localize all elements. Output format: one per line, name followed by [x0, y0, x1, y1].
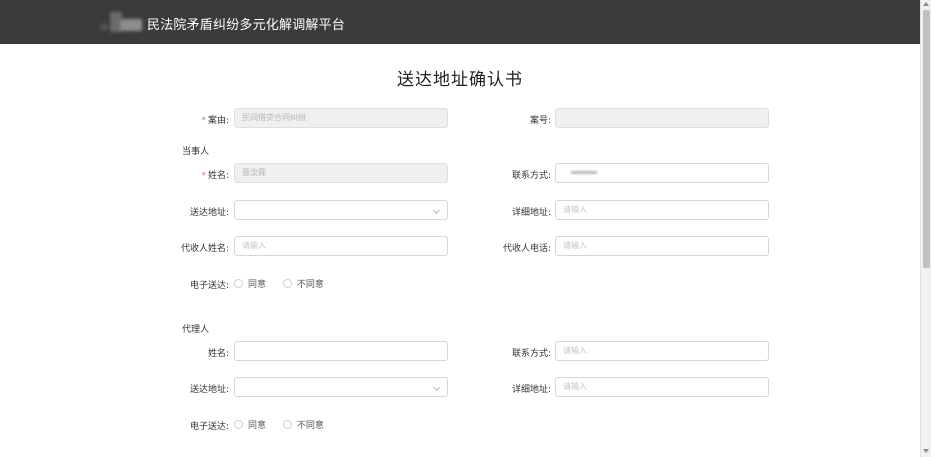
agent-e-delivery-agree-radio[interactable]: 同意: [234, 418, 266, 431]
required-asterisk: *: [201, 116, 206, 126]
agent-delivery-address-select[interactable]: [234, 377, 448, 397]
party-section-label: 当事人: [182, 147, 210, 157]
page-scrollbar[interactable]: [920, 0, 931, 457]
party-delivery-address-select[interactable]: [234, 200, 448, 220]
agent-e-delivery-disagree-radio[interactable]: 不同意: [282, 418, 324, 431]
redacted-phone: [571, 171, 597, 174]
radio-circle-icon[interactable]: [234, 420, 243, 429]
agent-section-label: 代理人: [182, 325, 210, 335]
agent-e-delivery-radio-group: 同意 不同意: [234, 418, 338, 432]
case-reason-field[interactable]: 民间借贷合同纠纷: [234, 108, 448, 128]
recipient-phone-input[interactable]: 请输入: [555, 236, 769, 256]
agent-detail-address-input[interactable]: 请输入: [555, 377, 769, 397]
party-e-delivery-agree-radio[interactable]: 同意: [234, 277, 266, 290]
case-reason-label: * 案由:: [201, 116, 229, 126]
platform-title: 民法院矛盾纠纷多元化解调解平台: [147, 18, 346, 33]
recipient-name-input[interactable]: 请输入: [234, 236, 448, 256]
party-detail-address-input[interactable]: 请输入: [555, 200, 769, 220]
agent-name-label: 姓名:: [207, 349, 229, 359]
party-name-label: * 姓名:: [201, 171, 229, 181]
party-name-field[interactable]: 意汝霖: [234, 163, 448, 183]
radio-circle-icon[interactable]: [282, 279, 292, 288]
agent-e-delivery-label: 电子送达:: [189, 422, 229, 432]
agent-contact-label: 联系方式:: [511, 349, 551, 359]
party-e-delivery-disagree-radio[interactable]: 不同意: [282, 277, 324, 290]
case-number-label: 案号:: [529, 116, 551, 126]
required-asterisk: *: [201, 171, 206, 181]
agent-contact-input[interactable]: 请输入: [555, 341, 769, 361]
agent-name-input[interactable]: [234, 341, 448, 361]
court-logo: [100, 12, 144, 32]
radio-circle-icon[interactable]: [282, 420, 292, 429]
radio-circle-icon[interactable]: [234, 279, 243, 288]
agent-delivery-address-label: 送达地址:: [189, 385, 229, 395]
case-number-field[interactable]: [555, 108, 769, 128]
scroll-down-arrow-icon[interactable]: [923, 449, 929, 453]
party-contact-label: 联系方式:: [511, 171, 551, 181]
party-e-delivery-label: 电子送达:: [189, 281, 229, 291]
party-detail-address-label: 详细地址:: [511, 208, 551, 218]
recipient-name-label: 代收人姓名:: [180, 244, 229, 254]
form-title: 送达地址确认书: [397, 70, 523, 90]
top-header-bar: 民法院矛盾纠纷多元化解调解平台: [0, 0, 920, 44]
party-contact-field[interactable]: [555, 163, 769, 183]
scrollbar-thumb[interactable]: [923, 10, 930, 268]
party-delivery-address-label: 送达地址:: [189, 208, 229, 218]
scroll-up-arrow-icon[interactable]: [923, 2, 929, 6]
party-e-delivery-radio-group: 同意 不同意: [234, 277, 338, 291]
recipient-phone-label: 代收人电话:: [502, 244, 551, 254]
agent-detail-address-label: 详细地址:: [511, 385, 551, 395]
